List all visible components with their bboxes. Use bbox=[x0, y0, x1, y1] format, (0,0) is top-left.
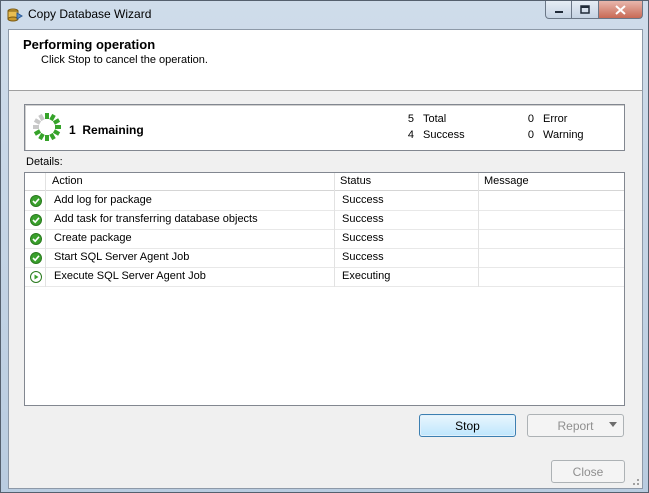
warning-label: Warning bbox=[543, 129, 584, 141]
stop-button[interactable]: Stop bbox=[419, 414, 516, 437]
column-separator bbox=[334, 268, 335, 287]
column-separator bbox=[478, 268, 479, 287]
details-grid[interactable]: Action Status Message Add log for packag… bbox=[24, 172, 625, 406]
page-header: Performing operation Click Stop to cance… bbox=[9, 30, 642, 91]
close-window-button[interactable] bbox=[599, 1, 643, 19]
maximize-button[interactable] bbox=[572, 1, 599, 19]
cell-action: Create package bbox=[54, 232, 132, 244]
error-value: 0 bbox=[527, 113, 534, 125]
table-row[interactable]: Create package Success bbox=[25, 230, 624, 249]
close-button[interactable]: Close bbox=[551, 460, 625, 483]
cell-status: Success bbox=[342, 213, 384, 225]
error-label: Error bbox=[543, 113, 568, 125]
column-separator bbox=[334, 173, 335, 192]
minimize-button[interactable] bbox=[545, 1, 572, 19]
remaining-label: Remaining bbox=[82, 123, 144, 137]
remaining-text: 1 Remaining bbox=[69, 123, 144, 137]
success-check-icon bbox=[30, 252, 42, 264]
column-header-action[interactable]: Action bbox=[52, 175, 83, 187]
close-icon bbox=[615, 4, 626, 15]
cell-action: Add log for package bbox=[54, 194, 152, 206]
caption-buttons bbox=[545, 1, 643, 19]
spinner-segment bbox=[52, 118, 61, 125]
success-value: 4 bbox=[407, 129, 414, 141]
report-button-label: Report bbox=[557, 419, 594, 433]
spinner-segment bbox=[52, 129, 61, 136]
wizard-window: Copy Database Wizard Performing operatio… bbox=[0, 0, 649, 493]
window-title: Copy Database Wizard bbox=[28, 7, 152, 21]
column-header-status[interactable]: Status bbox=[340, 175, 371, 187]
minimize-icon bbox=[554, 10, 563, 13]
column-separator bbox=[478, 173, 479, 192]
progress-spinner-icon bbox=[33, 113, 61, 141]
column-separator bbox=[45, 249, 46, 268]
stop-button-label: Stop bbox=[455, 418, 480, 433]
column-separator bbox=[45, 173, 46, 192]
column-separator bbox=[334, 230, 335, 249]
success-label: Success bbox=[423, 129, 465, 141]
spinner-segment bbox=[38, 132, 45, 141]
total-value: 5 bbox=[407, 113, 414, 125]
grid-header: Action Status Message bbox=[25, 173, 624, 192]
column-separator bbox=[334, 249, 335, 268]
column-separator bbox=[478, 211, 479, 230]
column-separator bbox=[334, 192, 335, 211]
cell-status: Success bbox=[342, 232, 384, 244]
title-bar[interactable]: Copy Database Wizard bbox=[1, 1, 648, 29]
details-label: Details: bbox=[26, 156, 63, 168]
close-button-label: Close bbox=[572, 464, 604, 479]
spinner-segment bbox=[33, 118, 42, 125]
table-row[interactable]: Start SQL Server Agent Job Success bbox=[25, 249, 624, 268]
executing-play-icon bbox=[30, 271, 42, 283]
database-wizard-icon bbox=[7, 8, 23, 22]
warning-value: 0 bbox=[527, 129, 534, 141]
table-row[interactable]: Execute SQL Server Agent Job Executing bbox=[25, 268, 624, 287]
column-header-message[interactable]: Message bbox=[484, 175, 529, 187]
page-subtitle: Click Stop to cancel the operation. bbox=[41, 54, 208, 66]
success-check-icon bbox=[30, 195, 42, 207]
wizard-body: Performing operation Click Stop to cance… bbox=[8, 29, 643, 489]
column-separator bbox=[45, 268, 46, 287]
cell-status: Success bbox=[342, 194, 384, 206]
column-separator bbox=[478, 249, 479, 268]
column-separator bbox=[478, 230, 479, 249]
maximize-icon bbox=[580, 4, 590, 14]
progress-summary: 1 Remaining 5 Total 4 Success 0 Error 0 … bbox=[24, 104, 625, 151]
column-separator bbox=[45, 230, 46, 249]
remaining-count: 1 bbox=[69, 123, 76, 137]
success-check-icon bbox=[30, 214, 42, 226]
table-row[interactable]: Add log for package Success bbox=[25, 192, 624, 211]
cell-status: Executing bbox=[342, 270, 391, 282]
spinner-segment bbox=[38, 113, 45, 122]
page-title: Performing operation bbox=[23, 37, 156, 52]
table-row[interactable]: Add task for transferring database objec… bbox=[25, 211, 624, 230]
spinner-segment bbox=[49, 132, 56, 141]
total-label: Total bbox=[423, 113, 447, 125]
column-separator bbox=[45, 211, 46, 230]
spinner-segment bbox=[49, 113, 56, 122]
cell-action: Start SQL Server Agent Job bbox=[54, 251, 190, 263]
cell-status: Success bbox=[342, 251, 384, 263]
column-separator bbox=[45, 192, 46, 211]
report-button[interactable]: Report bbox=[527, 414, 624, 437]
success-check-icon bbox=[30, 233, 42, 245]
column-separator bbox=[334, 211, 335, 230]
spinner-segment bbox=[33, 129, 42, 136]
dropdown-arrow-icon bbox=[609, 422, 617, 427]
cell-action: Execute SQL Server Agent Job bbox=[54, 270, 206, 282]
column-separator bbox=[478, 192, 479, 211]
cell-action: Add task for transferring database objec… bbox=[54, 213, 258, 225]
resize-grip-icon[interactable] bbox=[630, 476, 640, 486]
